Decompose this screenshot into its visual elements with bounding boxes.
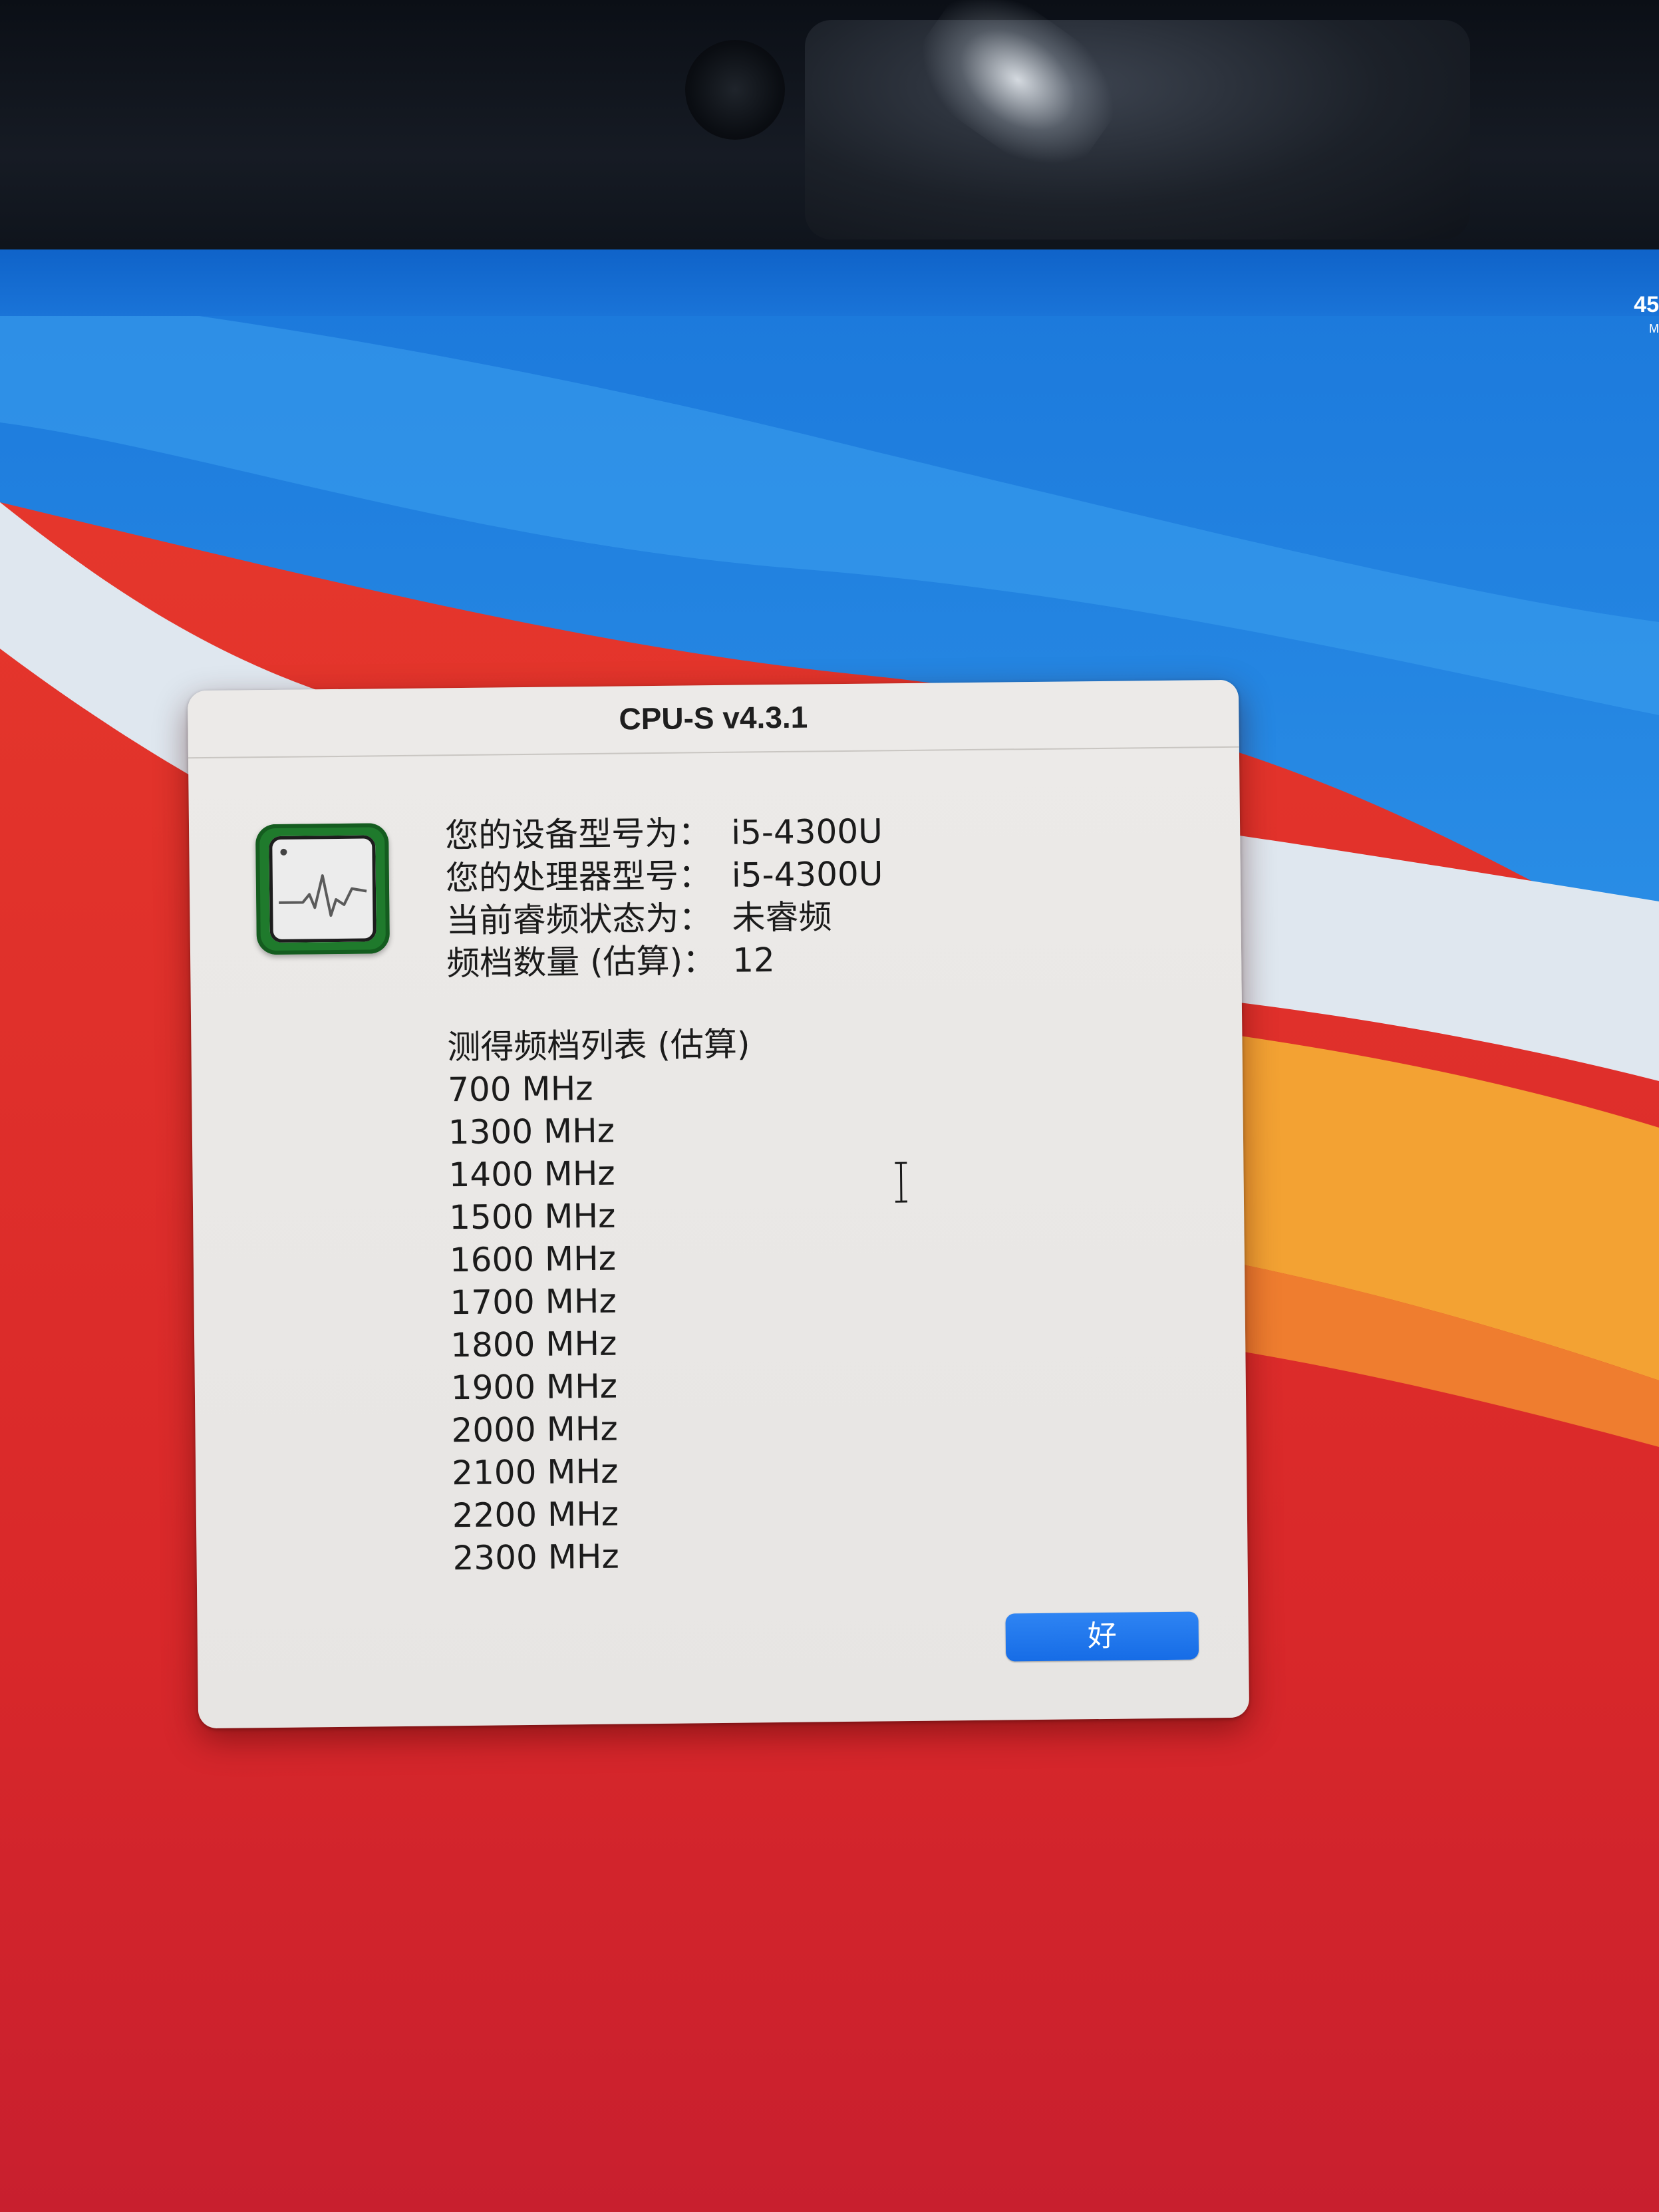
frequency-item: 1700 MHz xyxy=(450,1281,617,1323)
frequency-item: 700 MHz xyxy=(447,1068,593,1110)
text-cursor-icon xyxy=(895,1162,907,1203)
frequency-item: 1900 MHz xyxy=(450,1366,618,1408)
about-dialog: CPU-S v4.3.1 您的设备型号为： i5-4300U 您的处理器型号： i5… xyxy=(187,679,1250,1729)
icon-screen xyxy=(269,835,377,943)
info-value: i5-4300U xyxy=(731,854,883,895)
info-row-device: 您的设备型号为： i5-4300U xyxy=(445,810,883,857)
info-row-processor: 您的处理器型号： i5-4300U xyxy=(446,852,883,899)
info-row-turbo-status: 当前睿频状态为： 未睿频 xyxy=(446,895,883,942)
frequency-list-heading: 测得频档列表 (估算) xyxy=(447,1025,750,1067)
frequency-item: 1600 MHz xyxy=(449,1239,617,1280)
info-value: 12 xyxy=(732,941,776,980)
title-divider xyxy=(188,746,1239,759)
frequency-item: 2200 MHz xyxy=(452,1494,619,1535)
frequency-item: 2300 MHz xyxy=(452,1537,619,1578)
menu-bar xyxy=(0,249,1659,316)
frequency-item: 1400 MHz xyxy=(448,1154,615,1195)
frequency-item: 1500 MHz xyxy=(448,1196,616,1237)
dialog-title: CPU-S v4.3.1 xyxy=(619,699,808,736)
info-label: 频档数量 (估算)： xyxy=(446,941,716,983)
activity-monitor-icon xyxy=(255,823,390,955)
info-panel: 您的设备型号为： i5-4300U 您的处理器型号： i5-4300U 当前睿频状态… xyxy=(445,810,891,1579)
info-value: 未睿频 xyxy=(732,897,832,937)
pulse-graph-icon xyxy=(279,848,367,917)
camera-housing xyxy=(805,20,1470,239)
frequency-item: 2100 MHz xyxy=(451,1452,619,1493)
ok-button[interactable]: 好 xyxy=(1005,1611,1199,1662)
monitor-bezel xyxy=(0,0,1659,259)
camera-lens xyxy=(685,40,785,140)
info-label: 您的设备型号为： xyxy=(444,814,712,856)
info-row-step-count: 频档数量 (估算)： 12 xyxy=(446,937,884,985)
frequency-item: 2000 MHz xyxy=(451,1409,618,1450)
info-label: 当前睿频状态为： xyxy=(446,899,712,941)
frequency-item: 1300 MHz xyxy=(448,1111,615,1152)
info-value: i5-4300U xyxy=(730,812,883,852)
info-label: 您的处理器型号： xyxy=(445,856,712,898)
menubar-clock: 45 M xyxy=(1634,292,1659,335)
frequency-item: 1800 MHz xyxy=(450,1324,617,1365)
